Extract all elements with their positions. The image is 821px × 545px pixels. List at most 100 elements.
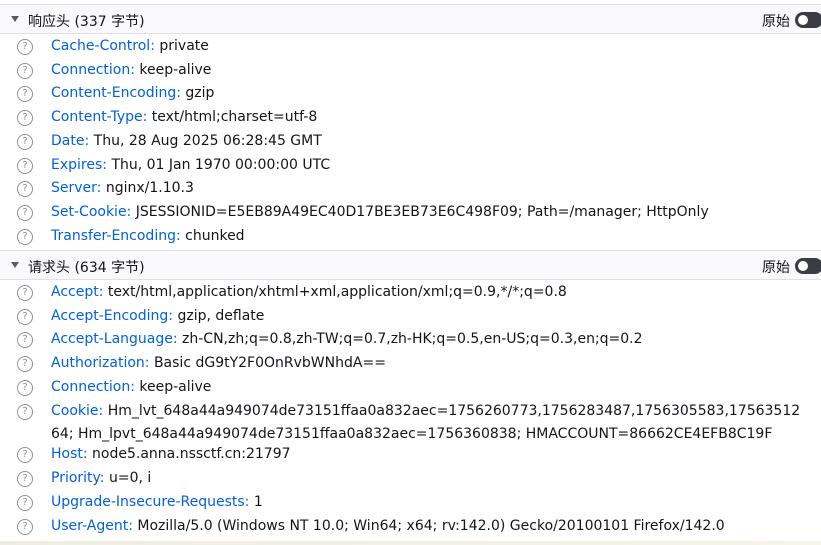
header-value: node5.anna.nssctf.cn:21797	[92, 446, 291, 462]
header-text: Set-Cookie: JSESSIONID=E5EB89A49EC40D17B…	[51, 201, 809, 224]
help-icon[interactable]: ?	[17, 356, 33, 372]
bottom-strip	[0, 541, 821, 545]
help-icon[interactable]: ?	[17, 309, 33, 325]
header-value: private	[159, 38, 209, 54]
help-icon[interactable]: ?	[17, 332, 33, 348]
response-headers-title: 响应头 (337 字节)	[28, 14, 145, 30]
header-row[interactable]: ? Accept-Language: zh-CN,zh;q=0.8,zh-TW;q…	[0, 328, 821, 351]
header-text: Date: Thu, 28 Aug 2025 06:28:45 GMT	[51, 130, 809, 153]
header-row[interactable]: ? Cookie: Hm_lvt_648a44a949074de73151ffaa…	[0, 400, 821, 446]
header-row[interactable]: ? User-Agent: Mozilla/5.0 (Windows NT 10.…	[0, 515, 821, 538]
help-icon[interactable]: ?	[17, 495, 33, 511]
help-icon[interactable]: ?	[17, 229, 33, 245]
header-value: Thu, 28 Aug 2025 06:28:45 GMT	[93, 133, 322, 149]
header-name: Content-Encoding:	[51, 85, 181, 101]
raw-label: 原始	[762, 14, 790, 30]
help-icon[interactable]: ?	[17, 471, 33, 487]
header-row[interactable]: ? Accept-Encoding: gzip, deflate	[0, 305, 821, 328]
header-text: Content-Encoding: gzip	[51, 82, 809, 105]
header-text: Expires: Thu, 01 Jan 1970 00:00:00 UTC	[51, 154, 809, 177]
header-text: Transfer-Encoding: chunked	[51, 225, 809, 248]
header-row[interactable]: ? Connection: keep-alive	[0, 59, 821, 82]
header-name: Accept:	[51, 284, 104, 300]
help-icon[interactable]: ?	[17, 63, 33, 79]
raw-toggle[interactable]	[795, 258, 821, 274]
header-value: Hm_lvt_648a44a949074de73151ffaa0a832aec=…	[51, 403, 801, 442]
toggle-knob	[798, 15, 808, 25]
header-text: Priority: u=0, i	[51, 467, 809, 490]
raw-toggle[interactable]	[795, 12, 821, 28]
header-name: Connection:	[51, 379, 135, 395]
request-headers-section-header[interactable]: 请求头 (634 字节) 原始	[0, 250, 821, 280]
help-icon[interactable]: ?	[17, 404, 33, 420]
header-name: Date:	[51, 133, 90, 149]
header-row[interactable]: ? Content-Type: text/html;charset=utf-8	[0, 106, 821, 129]
header-row[interactable]: ? Server: nginx/1.10.3	[0, 177, 821, 200]
header-text: Host: node5.anna.nssctf.cn:21797	[51, 443, 809, 466]
header-row[interactable]: ? Host: node5.anna.nssctf.cn:21797	[0, 443, 821, 466]
header-value: text/html;charset=utf-8	[151, 109, 318, 125]
header-name: Connection:	[51, 62, 135, 78]
header-value: keep-alive	[139, 62, 212, 78]
response-headers-section-header[interactable]: 响应头 (337 字节) 原始	[0, 4, 821, 34]
header-text: Connection: keep-alive	[51, 376, 809, 399]
header-row[interactable]: ? Expires: Thu, 01 Jan 1970 00:00:00 UTC	[0, 154, 821, 177]
help-icon[interactable]: ?	[17, 86, 33, 102]
help-icon[interactable]: ?	[17, 110, 33, 126]
header-name: User-Agent:	[51, 518, 133, 534]
header-name: Content-Type:	[51, 109, 148, 125]
header-row[interactable]: ? Accept: text/html,application/xhtml+xml…	[0, 281, 821, 304]
header-text: Accept-Encoding: gzip, deflate	[51, 305, 809, 328]
header-value: gzip, deflate	[177, 308, 265, 324]
header-name: Upgrade-Insecure-Requests:	[51, 494, 250, 510]
header-value: Basic dG9tY2F0OnRvbWNhdA==	[153, 355, 386, 371]
help-icon[interactable]: ?	[17, 134, 33, 150]
header-name: Host:	[51, 446, 88, 462]
header-text: Accept-Language: zh-CN,zh;q=0.8,zh-TW;q=…	[51, 328, 809, 351]
header-name: Set-Cookie:	[51, 204, 132, 220]
header-value: u=0, i	[108, 470, 152, 486]
help-icon[interactable]: ?	[17, 380, 33, 396]
header-row[interactable]: ? Connection: keep-alive	[0, 376, 821, 399]
chevron-down-icon[interactable]	[11, 262, 19, 268]
header-row[interactable]: ? Cache-Control: private	[0, 35, 821, 58]
header-value: Mozilla/5.0 (Windows NT 10.0; Win64; x64…	[137, 518, 725, 534]
header-value: nginx/1.10.3	[105, 180, 194, 196]
chevron-down-icon[interactable]	[11, 16, 19, 22]
toggle-knob	[798, 261, 808, 271]
header-value: gzip	[185, 85, 215, 101]
help-icon[interactable]: ?	[17, 519, 33, 535]
header-text: Connection: keep-alive	[51, 59, 809, 82]
header-value: Thu, 01 Jan 1970 00:00:00 UTC	[111, 157, 331, 173]
header-text: Cache-Control: private	[51, 35, 809, 58]
header-row[interactable]: ? Priority: u=0, i	[0, 467, 821, 490]
header-text: Content-Type: text/html;charset=utf-8	[51, 106, 809, 129]
header-name: Server:	[51, 180, 102, 196]
header-name: Expires:	[51, 157, 107, 173]
header-value: text/html,application/xhtml+xml,applicat…	[107, 284, 567, 300]
header-row[interactable]: ? Transfer-Encoding: chunked	[0, 225, 821, 248]
header-value: zh-CN,zh;q=0.8,zh-TW;q=0.7,zh-HK;q=0.5,e…	[182, 331, 643, 347]
header-text: Cookie: Hm_lvt_648a44a949074de73151ffaa0…	[51, 400, 809, 446]
header-value: JSESSIONID=E5EB89A49EC40D17BE3EB73E6C498…	[135, 204, 709, 220]
header-row[interactable]: ? Authorization: Basic dG9tY2F0OnRvbWNhdA…	[0, 352, 821, 375]
help-icon[interactable]: ?	[17, 158, 33, 174]
help-icon[interactable]: ?	[17, 205, 33, 221]
header-text: Server: nginx/1.10.3	[51, 177, 809, 200]
header-text: Authorization: Basic dG9tY2F0OnRvbWNhdA=…	[51, 352, 809, 375]
help-icon[interactable]: ?	[17, 285, 33, 301]
header-value: chunked	[185, 228, 245, 244]
header-text: Accept: text/html,application/xhtml+xml,…	[51, 281, 809, 304]
header-value: keep-alive	[139, 379, 212, 395]
header-name: Priority:	[51, 470, 105, 486]
header-row[interactable]: ? Date: Thu, 28 Aug 2025 06:28:45 GMT	[0, 130, 821, 153]
help-icon[interactable]: ?	[17, 181, 33, 197]
header-text: Upgrade-Insecure-Requests: 1	[51, 491, 809, 514]
help-icon[interactable]: ?	[17, 447, 33, 463]
header-name: Cookie:	[51, 403, 104, 419]
header-row[interactable]: ? Content-Encoding: gzip	[0, 82, 821, 105]
help-icon[interactable]: ?	[17, 39, 33, 55]
header-row[interactable]: ? Upgrade-Insecure-Requests: 1	[0, 491, 821, 514]
request-headers-title: 请求头 (634 字节)	[28, 260, 145, 276]
header-row[interactable]: ? Set-Cookie: JSESSIONID=E5EB89A49EC40D17…	[0, 201, 821, 224]
